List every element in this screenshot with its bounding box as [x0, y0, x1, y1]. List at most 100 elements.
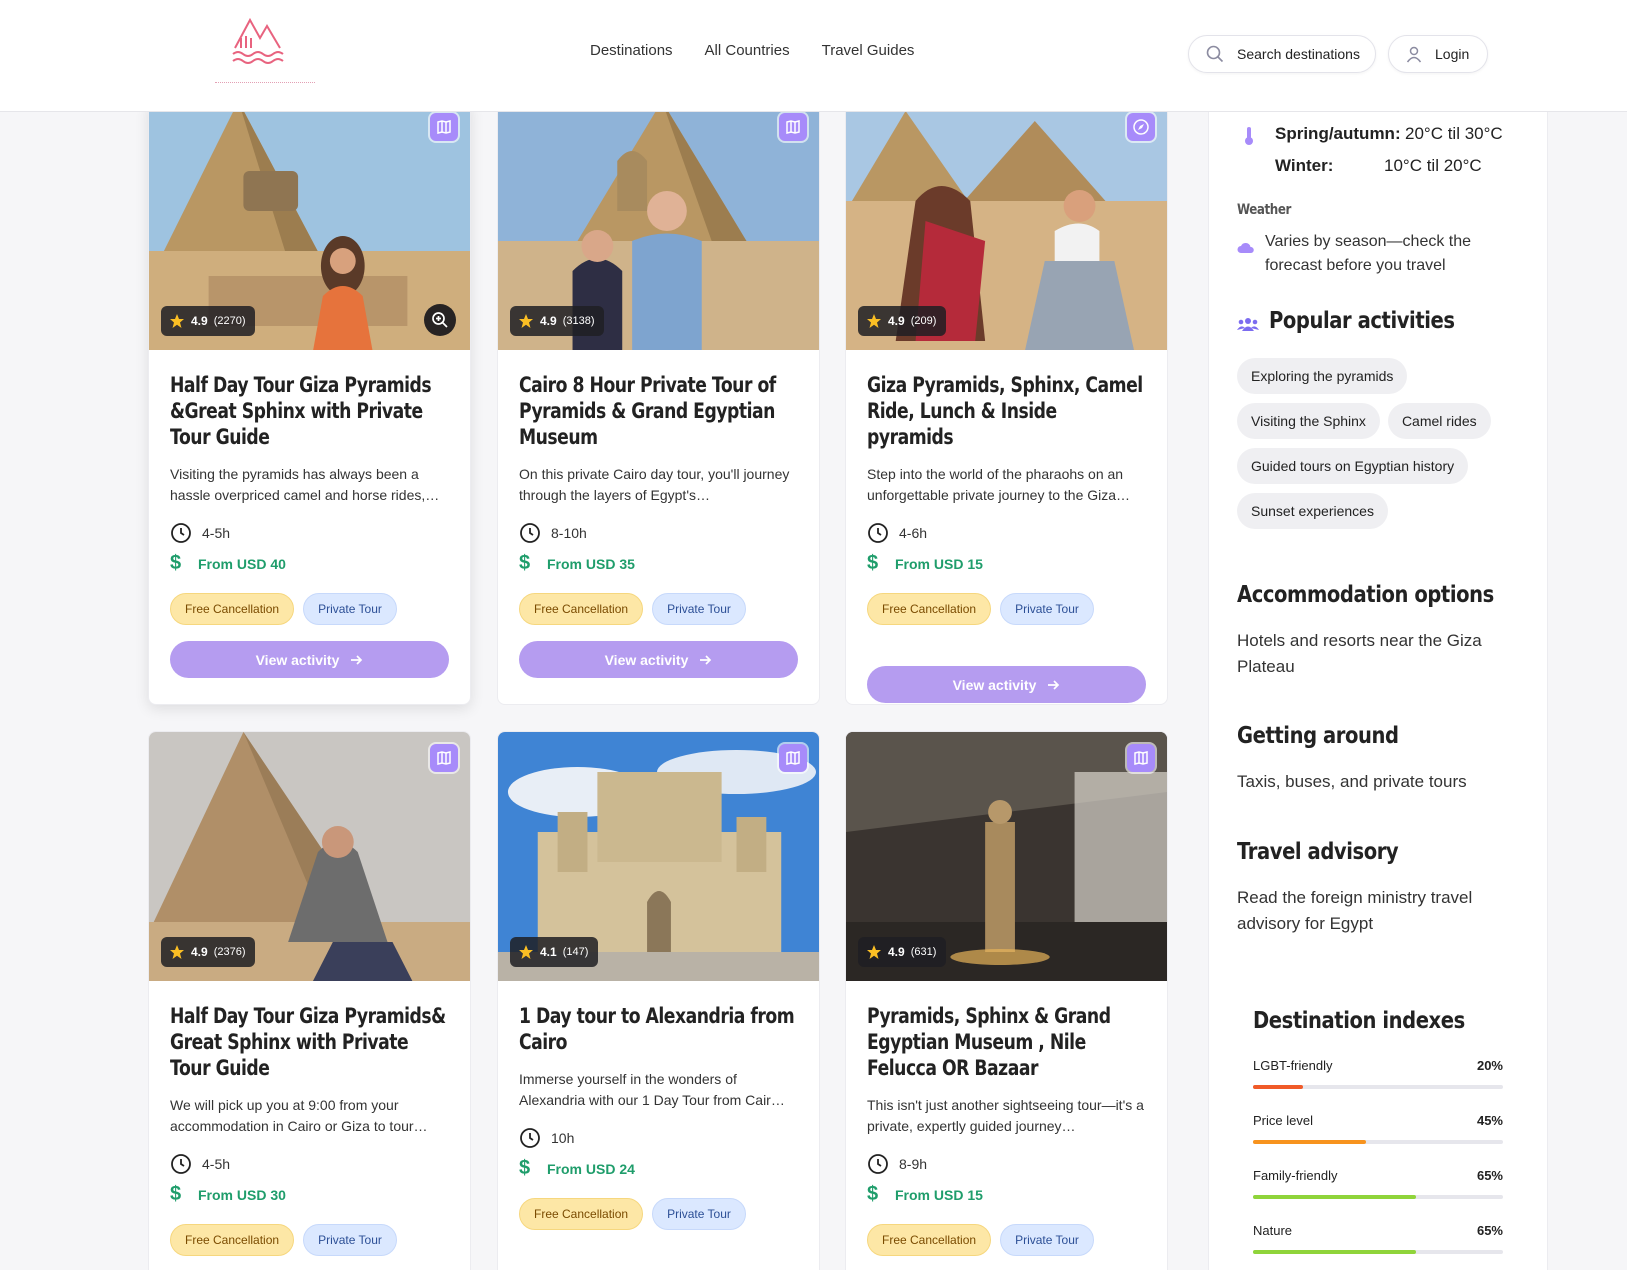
duration: 10h [519, 1127, 798, 1149]
rating-badge: 4.9 (3138) [510, 306, 605, 336]
index-price-level: Price level 45% [1253, 1113, 1503, 1144]
star-icon [519, 945, 533, 959]
arrow-right-icon [351, 654, 363, 665]
rating-value: 4.9 [888, 314, 905, 328]
activity-card[interactable]: 4.9 (2376) Half Day Tour Giza Pyramids& … [148, 731, 471, 1270]
activity-card[interactable]: 4.1 (147) 1 Day tour to Alexandria from … [497, 731, 820, 1270]
dollar-icon: $ [867, 552, 879, 574]
search-label: Search destinations [1237, 46, 1360, 62]
login-button[interactable]: Login [1388, 35, 1488, 73]
chip-sunset-experiences[interactable]: Sunset experiences [1237, 493, 1388, 529]
dollar-icon: $ [170, 1183, 182, 1205]
login-label: Login [1435, 46, 1470, 62]
nav-travel-guides[interactable]: Travel Guides [822, 42, 915, 59]
review-count: (147) [562, 946, 589, 958]
dollar-icon: $ [519, 1157, 531, 1179]
activity-card[interactable]: 4.9 (3138) Cairo 8 Hour Private Tour of … [497, 100, 820, 705]
search-button[interactable]: Search destinations [1188, 35, 1376, 73]
clock-icon [171, 1154, 191, 1174]
clock-icon [868, 523, 888, 543]
map-icon[interactable] [430, 113, 458, 141]
chip-camel-rides[interactable]: Camel rides [1387, 403, 1491, 439]
activity-title[interactable]: Pyramids, Sphinx & Grand Egyptian Museum… [867, 1003, 1146, 1081]
price-value: From USD 15 [895, 555, 983, 572]
user-icon [1406, 46, 1422, 63]
advisory-heading: Travel advisory [1237, 839, 1399, 865]
activity-photo[interactable]: 4.9 (2270) [149, 101, 470, 350]
review-count: (2376) [213, 946, 246, 958]
rating-value: 4.9 [540, 314, 557, 328]
weather-text: Varies by season—check the forecast befo… [1265, 233, 1472, 274]
private-tour-badge: Private Tour [1000, 1224, 1094, 1256]
view-activity-label: View activity [604, 651, 689, 668]
index-percent: 65% [1476, 1168, 1503, 1183]
activity-card[interactable]: 4.9 (209) Giza Pyramids, Sphinx, Camel R… [845, 100, 1168, 705]
climate-value-spring: 20°C til 30°C [1405, 124, 1503, 143]
activity-photo[interactable]: 4.9 (631) [846, 732, 1167, 981]
free-cancellation-badge: Free Cancellation [867, 1224, 992, 1256]
map-icon[interactable] [779, 744, 807, 772]
nav-all-countries[interactable]: All Countries [705, 42, 790, 59]
review-count: (209) [910, 315, 937, 327]
activity-description: Step into the world of the pharaohs on a… [867, 466, 1131, 503]
map-icon[interactable] [1127, 744, 1155, 772]
nav-destinations[interactable]: Destinations [590, 42, 673, 59]
activity-title[interactable]: Cairo 8 Hour Private Tour of Pyramids & … [519, 372, 798, 450]
activity-photo[interactable]: 4.9 (2376) [149, 732, 470, 981]
price-value: From USD 24 [547, 1160, 635, 1177]
index-lgbt-friendly: LGBT-friendly 20% [1253, 1058, 1503, 1089]
price: $ From USD 15 [867, 552, 1146, 575]
thermometer-icon [1245, 127, 1253, 145]
activity-title[interactable]: Giza Pyramids, Sphinx, Camel Ride, Lunch… [867, 372, 1146, 450]
index-label: Nature [1253, 1223, 1293, 1238]
price-value: From USD 40 [198, 555, 286, 572]
view-activity-button[interactable]: View activity [867, 666, 1146, 703]
rating-value: 4.9 [191, 945, 208, 959]
chip-visiting-sphinx[interactable]: Visiting the Sphinx [1237, 403, 1380, 439]
zoom-icon[interactable] [424, 304, 456, 336]
view-activity-button[interactable]: View activity [519, 641, 798, 678]
logo[interactable] [215, 8, 315, 93]
activity-card[interactable]: 4.9 (631) Pyramids, Sphinx & Grand Egypt… [845, 731, 1168, 1270]
activity-description: This isn't just another sightseeing tour… [867, 1097, 1144, 1134]
duration: 4-6h [867, 522, 1146, 544]
map-icon[interactable] [779, 113, 807, 141]
star-icon [170, 314, 184, 328]
index-bar-fill [1253, 1085, 1303, 1089]
chip-guided-tours[interactable]: Guided tours on Egyptian history [1237, 448, 1469, 484]
price: $ From USD 40 [170, 552, 449, 575]
activity-title[interactable]: Half Day Tour Giza Pyramids &Great Sphin… [170, 372, 449, 450]
rating-badge: 4.9 (2376) [161, 937, 256, 967]
duration-value: 10h [551, 1130, 575, 1146]
activity-card[interactable]: 4.9 (2270) Half Day Tour Giza Pyramids &… [148, 100, 471, 705]
duration-value: 8-10h [551, 525, 587, 541]
view-activity-button[interactable]: View activity [170, 641, 449, 678]
activity-description: Immerse yourself in the wonders of Alexa… [519, 1071, 785, 1108]
rating-value: 4.9 [191, 314, 208, 328]
free-cancellation-badge: Free Cancellation [867, 593, 992, 625]
index-family-friendly: Family-friendly 65% [1253, 1168, 1503, 1199]
free-cancellation-badge: Free Cancellation [519, 593, 644, 625]
chip-exploring-pyramids[interactable]: Exploring the pyramids [1237, 358, 1408, 394]
activity-chips: Exploring the pyramids Visiting the Sphi… [1237, 358, 1537, 538]
activity-photo[interactable]: 4.9 (3138) [498, 101, 819, 350]
rating-value: 4.1 [540, 945, 557, 959]
rating-value: 4.9 [888, 945, 905, 959]
activity-photo[interactable]: 4.9 (209) [846, 101, 1167, 350]
rating-badge: 4.9 (631) [858, 937, 947, 967]
activity-title[interactable]: 1 Day tour to Alexandria from Cairo [519, 1003, 798, 1055]
mountain-logo-icon [232, 17, 284, 64]
activities-heading: Popular activities [1269, 308, 1455, 334]
arrow-right-icon [1048, 679, 1060, 690]
private-tour-badge: Private Tour [652, 1198, 746, 1230]
activity-title[interactable]: Half Day Tour Giza Pyramids& Great Sphin… [170, 1003, 449, 1081]
price-value: From USD 35 [547, 555, 635, 572]
duration-value: 4-5h [202, 525, 231, 541]
index-bar-fill [1253, 1250, 1416, 1254]
rating-badge: 4.1 (147) [510, 937, 599, 967]
activity-photo[interactable]: 4.1 (147) [498, 732, 819, 981]
map-icon[interactable] [430, 744, 458, 772]
compass-icon[interactable] [1127, 113, 1155, 141]
activity-description: Visiting the pyramids has always been a … [170, 466, 440, 503]
index-bar-fill [1253, 1195, 1416, 1199]
